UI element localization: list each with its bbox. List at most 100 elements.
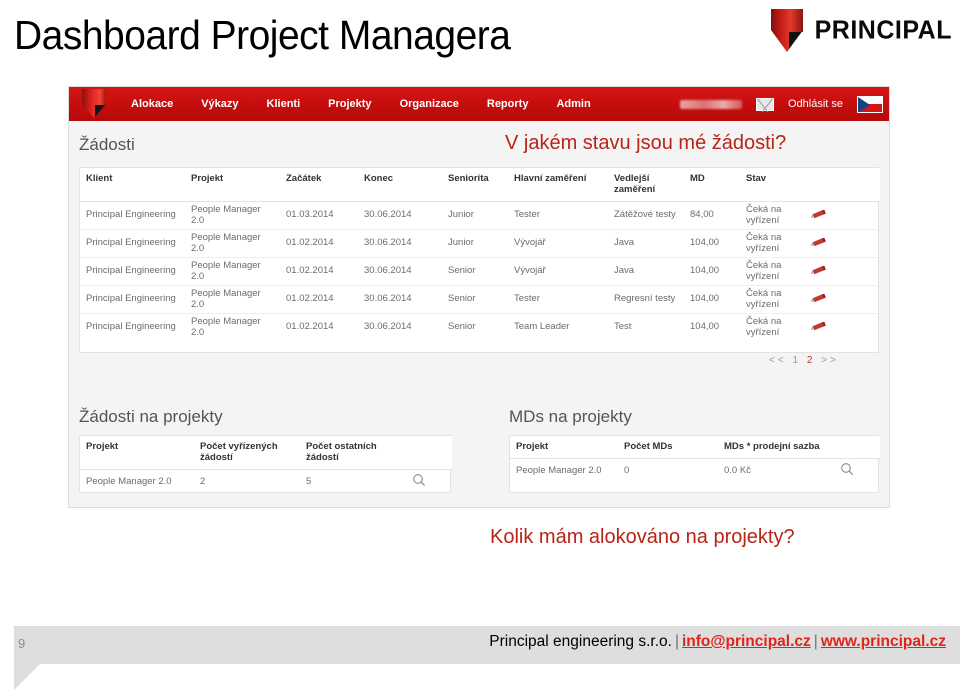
col-projekt: Projekt [80, 436, 194, 470]
table-row[interactable]: Principal Engineering People Manager 2.0… [80, 314, 880, 342]
edit-pencil-icon[interactable] [810, 237, 827, 247]
footer-notch [14, 664, 40, 690]
edit-pencil-icon[interactable] [810, 209, 827, 219]
cell-klient: Principal Engineering [80, 257, 185, 286]
mds-by-project-heading: MDs na projekty [509, 407, 632, 426]
cell-hlavni: Vývojář [508, 257, 608, 286]
pagination-first[interactable]: << [769, 355, 787, 366]
cell-seniorita: Senior [442, 257, 508, 286]
search-magnifier-icon[interactable] [840, 462, 854, 476]
cell-md: 104,00 [684, 285, 740, 314]
app-navbar: Alokace Výkazy Klienti Projekty Organiza… [69, 87, 889, 121]
cell-action [804, 229, 880, 258]
table-row[interactable]: Principal Engineering People Manager 2.0… [80, 257, 880, 286]
nav-item-reporty[interactable]: Reporty [473, 87, 543, 121]
cell-hlavni: Team Leader [514, 321, 570, 333]
navbar-menu: Alokace Výkazy Klienti Projekty Organiza… [117, 87, 605, 121]
mds-by-project-table: Projekt Počet MDs MDs * prodejní sazba P… [510, 436, 880, 483]
requests-heading: Žádosti [79, 135, 135, 154]
table-row[interactable]: People Manager 2.0 2 5 [80, 470, 452, 494]
nav-item-vykazy[interactable]: Výkazy [187, 87, 252, 121]
nav-item-projekty[interactable]: Projekty [314, 87, 385, 121]
col-projekt: Projekt [185, 168, 280, 202]
cell-md: 104,00 [684, 257, 740, 286]
logout-link[interactable]: Odhlásit se [788, 98, 843, 110]
requests-table-body: Principal Engineering People Manager 2.0… [80, 201, 880, 342]
envelope-icon[interactable] [755, 97, 774, 111]
footer-email-link[interactable]: info@principal.cz [682, 633, 811, 650]
cell-md: 84,00 [684, 201, 740, 230]
cell-seniorita: Senior [448, 321, 476, 333]
cell-projekt: People Manager 2.0 [86, 475, 172, 487]
footer-separator-2: | [813, 633, 818, 650]
mds-by-project-header-row: Projekt Počet MDs MDs * prodejní sazba [510, 436, 880, 459]
nav-item-alokace[interactable]: Alokace [117, 87, 187, 121]
footer-separator-1: | [674, 633, 679, 650]
cell-projekt: People Manager 2.0 [185, 201, 280, 230]
requests-by-project-heading: Žádosti na projekty [79, 407, 223, 426]
cell-md: 104,00 [684, 229, 740, 258]
cell-ostatnich: 5 [306, 475, 312, 487]
cell-projekt: People Manager 2.0 [185, 285, 280, 314]
table-row[interactable]: People Manager 2.0 0 0.0 Kč [510, 459, 880, 483]
cell-konec: 30.06.2014 [364, 321, 412, 333]
cell-konec: 30.06.2014 [358, 257, 442, 286]
col-hlavni-zamereni: Hlavní zaměření [508, 168, 608, 202]
col-actions [804, 168, 880, 202]
search-magnifier-icon[interactable] [412, 473, 426, 487]
navbar-principal-pennant-icon[interactable] [81, 89, 107, 119]
col-pocet-mds: Počet MDs [618, 436, 718, 459]
table-row[interactable]: Principal Engineering People Manager 2.0… [80, 285, 880, 314]
cell-action [804, 314, 880, 342]
nav-item-klienti[interactable]: Klienti [253, 87, 315, 121]
cell-klient: Principal Engineering [86, 321, 176, 333]
pagination-page-1[interactable]: 1 [792, 355, 801, 366]
edit-pencil-icon[interactable] [810, 265, 827, 275]
cell-pocet-mds: 0 [624, 464, 630, 476]
cell-seniorita: Junior [442, 229, 508, 258]
footer-website-link[interactable]: www.principal.cz [821, 633, 946, 650]
cell-action [834, 459, 880, 483]
col-zacatek: Začátek [280, 168, 358, 202]
cell-mds-sazba: 0.0 Kč [724, 464, 751, 476]
cell-projekt: People Manager 2.0 [516, 464, 602, 476]
pagination-page-2[interactable]: 2 [807, 355, 816, 366]
cell-klient: Principal Engineering [80, 229, 185, 258]
nav-item-organizace[interactable]: Organizace [386, 87, 473, 121]
requests-table: Klient Projekt Začátek Konec Seniorita H… [80, 168, 880, 341]
czech-flag-icon[interactable] [857, 95, 883, 113]
col-klient: Klient [80, 168, 185, 202]
navbar-username-blurred [679, 99, 742, 109]
col-seniorita: Seniorita [442, 168, 508, 202]
principal-logo: PRINCIPAL [769, 6, 952, 54]
mds-by-project-body: People Manager 2.0 0 0.0 Kč [510, 459, 880, 483]
requests-table-card: Klient Projekt Začátek Konec Seniorita H… [79, 167, 880, 353]
edit-pencil-icon[interactable] [810, 321, 827, 331]
callout-requests-status: V jakém stavu jsou mé žádosti? [505, 132, 787, 154]
status-badge: Čeká na vyřízení [740, 257, 804, 286]
callout-project-allocation: Kolik mám alokováno na projekty? [490, 526, 795, 548]
col-actions [834, 436, 880, 459]
cell-action [804, 285, 880, 314]
nav-item-admin[interactable]: Admin [542, 87, 604, 121]
cell-vedlejsi: Zátěžové testy [608, 201, 684, 230]
edit-pencil-icon[interactable] [810, 293, 827, 303]
cell-vedlejsi: Java [608, 257, 684, 286]
cell-projekt: People Manager 2.0 [185, 229, 280, 258]
table-row[interactable]: Principal Engineering People Manager 2.0… [80, 201, 880, 230]
pagination-last[interactable]: >> [821, 355, 839, 366]
cell-vedlejsi: Test [614, 321, 632, 333]
cell-action [804, 257, 880, 286]
table-row[interactable]: Principal Engineering People Manager 2.0… [80, 229, 880, 258]
col-vyrizenych: Počet vyřízených žádostí [194, 436, 300, 470]
cell-projekt: People Manager 2.0 [185, 257, 280, 286]
principal-pennant-icon [769, 8, 805, 53]
page-title: Dashboard Project Managera [14, 12, 511, 58]
col-mds-sazba: MDs * prodejní sazba [718, 436, 834, 459]
cell-action [406, 470, 452, 494]
slide-number: 9 [18, 636, 26, 651]
requests-by-project-table: Projekt Počet vyřízených žádostí Počet o… [80, 436, 452, 494]
cell-zacatek: 01.02.2014 [280, 257, 358, 286]
cell-konec: 30.06.2014 [358, 229, 442, 258]
col-ostatnich: Počet ostatních žádostí [300, 436, 406, 470]
